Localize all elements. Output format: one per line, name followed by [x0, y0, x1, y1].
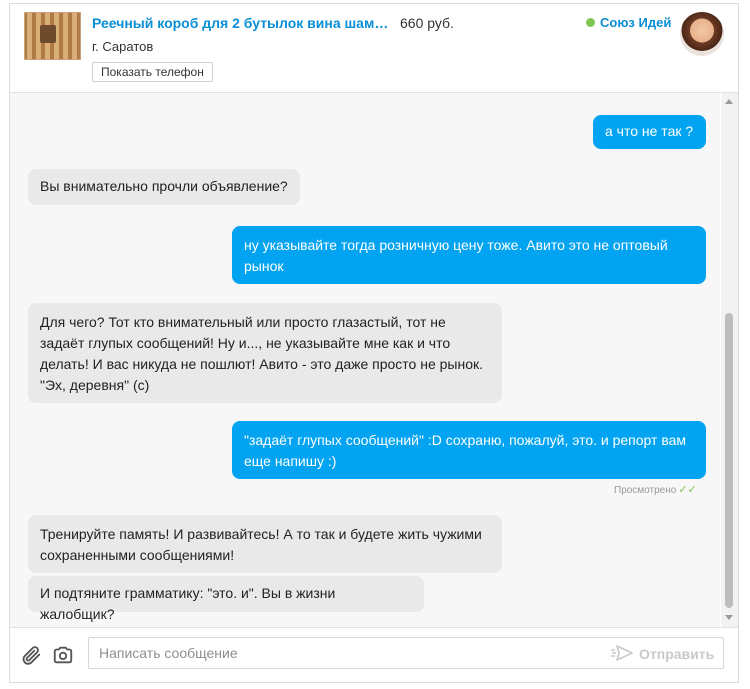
ad-price: 660 руб.	[400, 15, 454, 31]
seen-indicator: Просмотрено ✓✓	[614, 483, 697, 496]
message-composer: Отправить	[10, 627, 738, 682]
message-incoming: И подтяните грамматику: "это. и". Вы в ж…	[28, 576, 424, 622]
scrollbar[interactable]	[721, 93, 738, 627]
seller-avatar[interactable]	[680, 12, 724, 56]
scroll-thumb[interactable]	[725, 313, 733, 608]
scroll-down-arrow-icon[interactable]	[725, 615, 733, 620]
chat-header: Реечный короб для 2 бутылок вина шампа..…	[10, 4, 738, 93]
ad-city: г. Саратов	[92, 39, 154, 54]
chat-window: Реечный короб для 2 бутылок вина шампа..…	[9, 3, 739, 683]
seen-label: Просмотрено	[614, 485, 677, 496]
message-list[interactable]: а что не так ? Вы внимательно прочли объ…	[10, 93, 720, 627]
checkmark-icon: ✓✓	[678, 484, 697, 496]
send-button-label: Отправить	[639, 646, 715, 662]
ad-thumbnail[interactable]	[24, 12, 81, 60]
show-phone-button[interactable]: Показать телефон	[92, 62, 213, 82]
message-outgoing: а что не так ?	[593, 115, 706, 149]
ad-title-link[interactable]: Реечный короб для 2 бутылок вина шампа..…	[92, 15, 392, 31]
send-button[interactable]: Отправить	[610, 642, 714, 666]
online-status-icon	[586, 18, 595, 27]
scroll-up-arrow-icon[interactable]	[725, 99, 733, 104]
seller-name-link[interactable]: Союз Идей	[586, 15, 671, 30]
message-outgoing: ну указывайте тогда розничную цену тоже.…	[232, 226, 706, 284]
attachment-icon[interactable]	[20, 644, 42, 666]
message-incoming: Тренируйте память! И развивайтесь! А то …	[28, 515, 502, 573]
seller-name: Союз Идей	[600, 15, 672, 30]
message-incoming: Для чего? Тот кто внимательный или прост…	[28, 303, 502, 403]
camera-icon[interactable]	[52, 644, 74, 666]
send-icon	[610, 644, 634, 665]
message-incoming: Вы внимательно прочли объявление?	[28, 169, 300, 205]
message-outgoing: "задаёт глупых сообщений" :D сохраню, по…	[232, 421, 706, 479]
